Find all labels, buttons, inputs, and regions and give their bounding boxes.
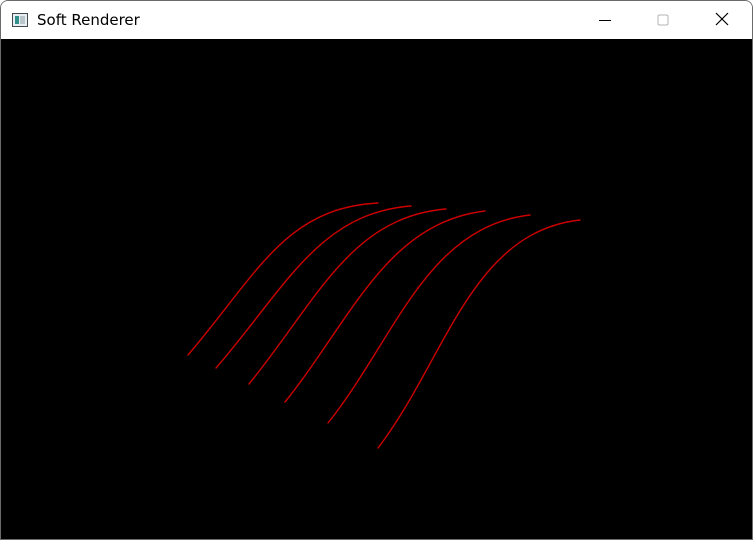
curve-6 <box>377 219 581 449</box>
title-bar[interactable]: Soft Renderer <box>1 1 752 39</box>
maximize-button[interactable] <box>634 1 692 39</box>
window-title: Soft Renderer <box>37 11 140 29</box>
minimize-icon <box>599 11 611 30</box>
close-button[interactable] <box>693 1 751 39</box>
app-window-icon <box>12 12 28 27</box>
render-viewport[interactable] <box>1 39 752 539</box>
curve-4 <box>284 210 486 403</box>
maximize-icon <box>657 11 669 30</box>
close-icon <box>715 11 729 30</box>
curve-3 <box>248 208 447 385</box>
render-canvas <box>187 202 581 449</box>
minimize-button[interactable] <box>576 1 634 39</box>
curve-1 <box>187 202 379 356</box>
app-window: Soft Renderer <box>0 0 753 540</box>
